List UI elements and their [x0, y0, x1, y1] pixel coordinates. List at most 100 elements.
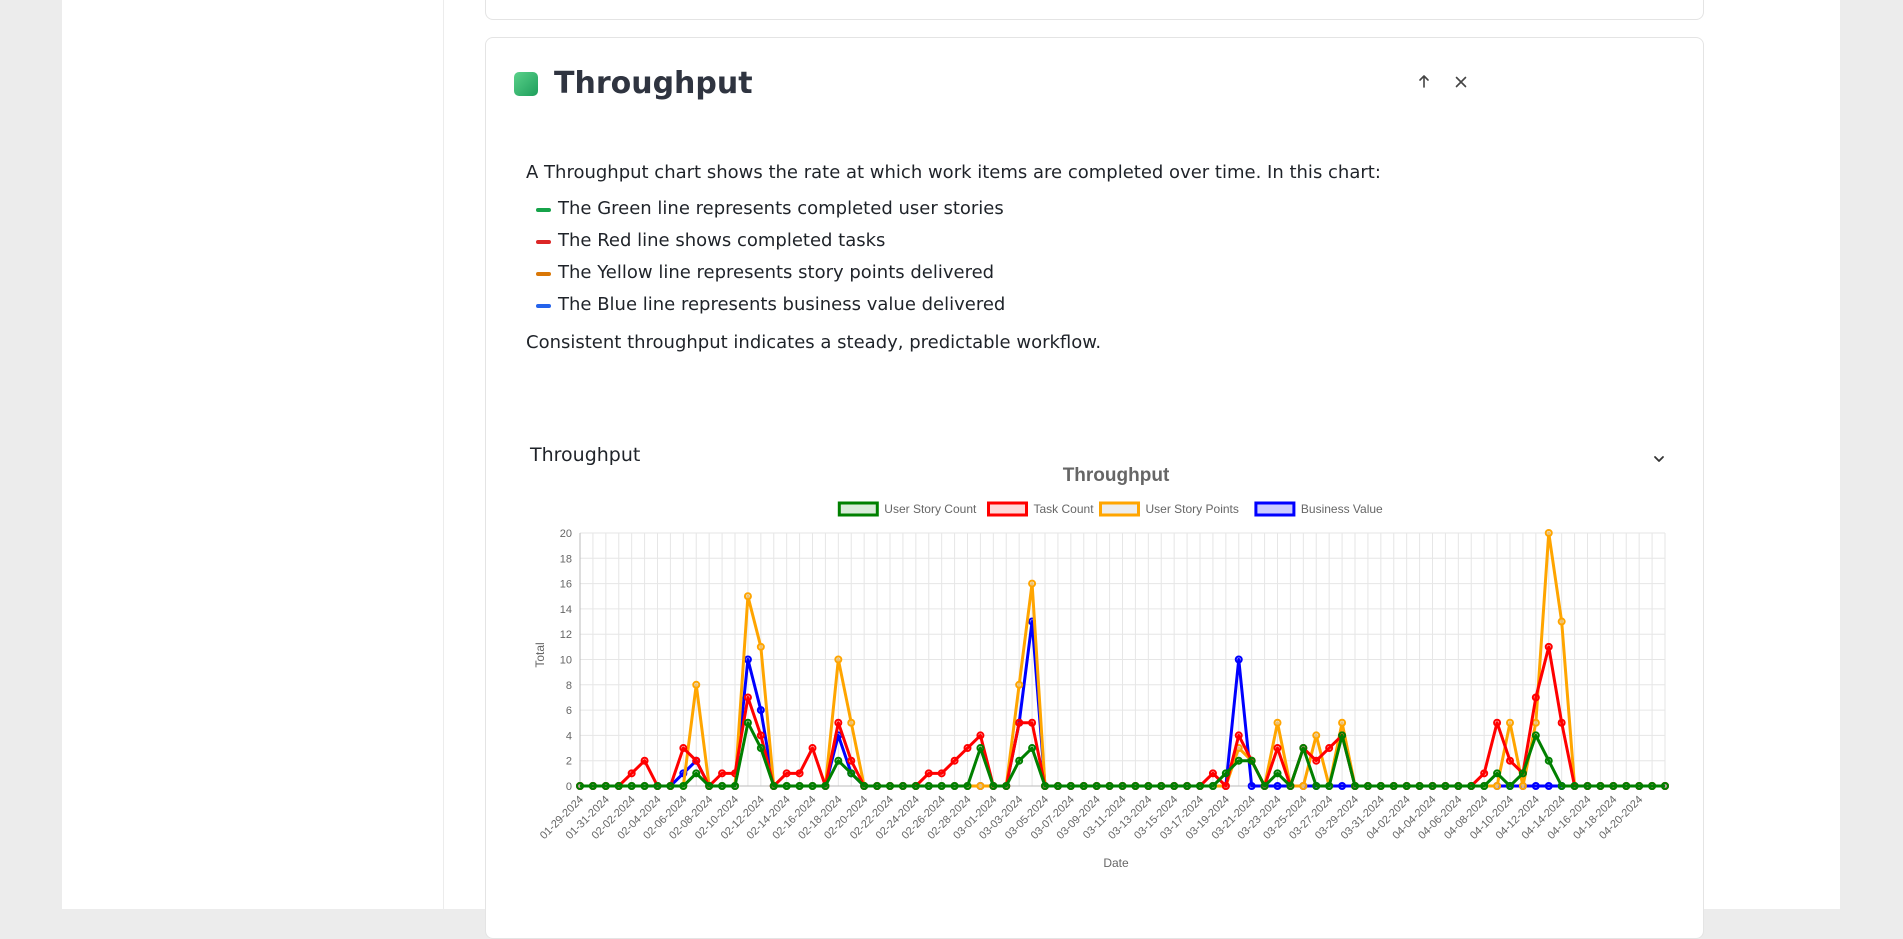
data-point[interactable] [989, 782, 998, 790]
legend-label[interactable]: User Story Count [884, 502, 977, 516]
data-point[interactable] [1518, 782, 1527, 790]
data-point[interactable] [1028, 744, 1037, 753]
data-point[interactable] [1041, 782, 1049, 790]
data-point[interactable] [756, 744, 765, 753]
data-point[interactable] [705, 782, 714, 790]
data-point[interactable] [1286, 782, 1295, 790]
data-point[interactable] [640, 756, 649, 765]
data-point[interactable] [666, 782, 675, 790]
data-point[interactable] [1028, 579, 1037, 588]
data-point[interactable] [1260, 782, 1269, 790]
data-point[interactable] [963, 744, 972, 753]
data-point[interactable] [1183, 782, 1192, 790]
data-point[interactable] [782, 769, 791, 778]
data-point[interactable] [950, 782, 959, 790]
data-point[interactable] [937, 782, 946, 790]
data-point[interactable] [1661, 782, 1669, 790]
data-point[interactable] [1454, 782, 1463, 790]
data-point[interactable] [924, 782, 933, 790]
data-point[interactable] [1544, 782, 1553, 790]
data-point[interactable] [679, 782, 688, 790]
data-point[interactable] [1079, 782, 1088, 790]
data-point[interactable] [873, 782, 882, 790]
data-point[interactable] [1544, 756, 1553, 765]
data-point[interactable] [718, 782, 727, 790]
data-point[interactable] [627, 769, 636, 778]
data-point[interactable] [976, 744, 985, 753]
data-point[interactable] [756, 642, 765, 651]
data-point[interactable] [924, 769, 933, 778]
data-point[interactable] [1648, 782, 1657, 790]
data-point[interactable] [1441, 782, 1450, 790]
data-point[interactable] [1053, 782, 1062, 790]
data-point[interactable] [1493, 718, 1502, 727]
data-point[interactable] [1480, 782, 1489, 790]
data-point[interactable] [911, 782, 920, 790]
data-point[interactable] [692, 680, 701, 689]
data-point[interactable] [601, 782, 610, 790]
data-point[interactable] [1506, 782, 1514, 790]
data-point[interactable] [1105, 782, 1114, 790]
data-point[interactable] [1338, 782, 1347, 790]
data-point[interactable] [1338, 731, 1347, 740]
data-point[interactable] [1531, 693, 1540, 702]
data-point[interactable] [1144, 782, 1153, 790]
data-point[interactable] [743, 693, 752, 702]
data-point[interactable] [1312, 756, 1321, 765]
legend-swatch[interactable] [1099, 501, 1140, 517]
data-point[interactable] [1531, 718, 1540, 727]
data-point[interactable] [886, 782, 894, 790]
data-point[interactable] [1467, 782, 1476, 790]
data-point[interactable] [1351, 782, 1359, 790]
data-point[interactable] [743, 592, 752, 601]
data-point[interactable] [834, 756, 843, 765]
data-point[interactable] [976, 782, 985, 790]
data-point[interactable] [847, 718, 856, 727]
data-point[interactable] [834, 718, 843, 727]
data-point[interactable] [1015, 680, 1024, 689]
legend-swatch[interactable] [837, 501, 879, 517]
data-point[interactable] [795, 769, 804, 778]
data-point[interactable] [1609, 782, 1618, 790]
data-point[interactable] [847, 769, 856, 778]
data-point[interactable] [731, 782, 739, 790]
data-point[interactable] [1273, 769, 1282, 778]
data-point[interactable] [963, 782, 972, 790]
data-point[interactable] [847, 756, 856, 765]
data-point[interactable] [1312, 731, 1321, 740]
legend-swatch[interactable] [987, 501, 1028, 517]
data-point[interactable] [1234, 756, 1243, 765]
data-point[interactable] [898, 782, 907, 790]
data-point[interactable] [976, 731, 985, 740]
data-point[interactable] [1118, 782, 1127, 790]
legend-label[interactable]: Task Count [1034, 502, 1095, 516]
data-point[interactable] [743, 655, 752, 664]
data-point[interactable] [1389, 782, 1398, 790]
data-point[interactable] [1596, 782, 1605, 790]
data-point[interactable] [679, 744, 688, 753]
data-point[interactable] [1066, 782, 1075, 790]
data-point[interactable] [1544, 642, 1553, 651]
data-point[interactable] [1247, 756, 1256, 765]
data-point[interactable] [795, 782, 804, 790]
data-point[interactable] [1247, 782, 1256, 790]
data-point[interactable] [1376, 782, 1385, 790]
data-point[interactable] [1493, 769, 1502, 778]
data-point[interactable] [808, 744, 817, 753]
data-point[interactable] [1208, 769, 1217, 778]
data-point[interactable] [834, 655, 843, 664]
data-point[interactable] [1480, 769, 1489, 778]
data-point[interactable] [1635, 782, 1644, 790]
close-button[interactable] [1447, 69, 1475, 97]
data-point[interactable] [821, 782, 830, 790]
data-point[interactable] [576, 782, 584, 790]
data-point[interactable] [1428, 782, 1437, 790]
data-point[interactable] [640, 782, 649, 790]
data-point[interactable] [756, 706, 765, 715]
data-point[interactable] [756, 731, 765, 740]
data-point[interactable] [1299, 744, 1308, 753]
legend-swatch[interactable] [1254, 501, 1296, 517]
data-point[interactable] [1273, 718, 1282, 727]
data-point[interactable] [743, 718, 752, 727]
move-up-button[interactable] [1410, 69, 1438, 97]
